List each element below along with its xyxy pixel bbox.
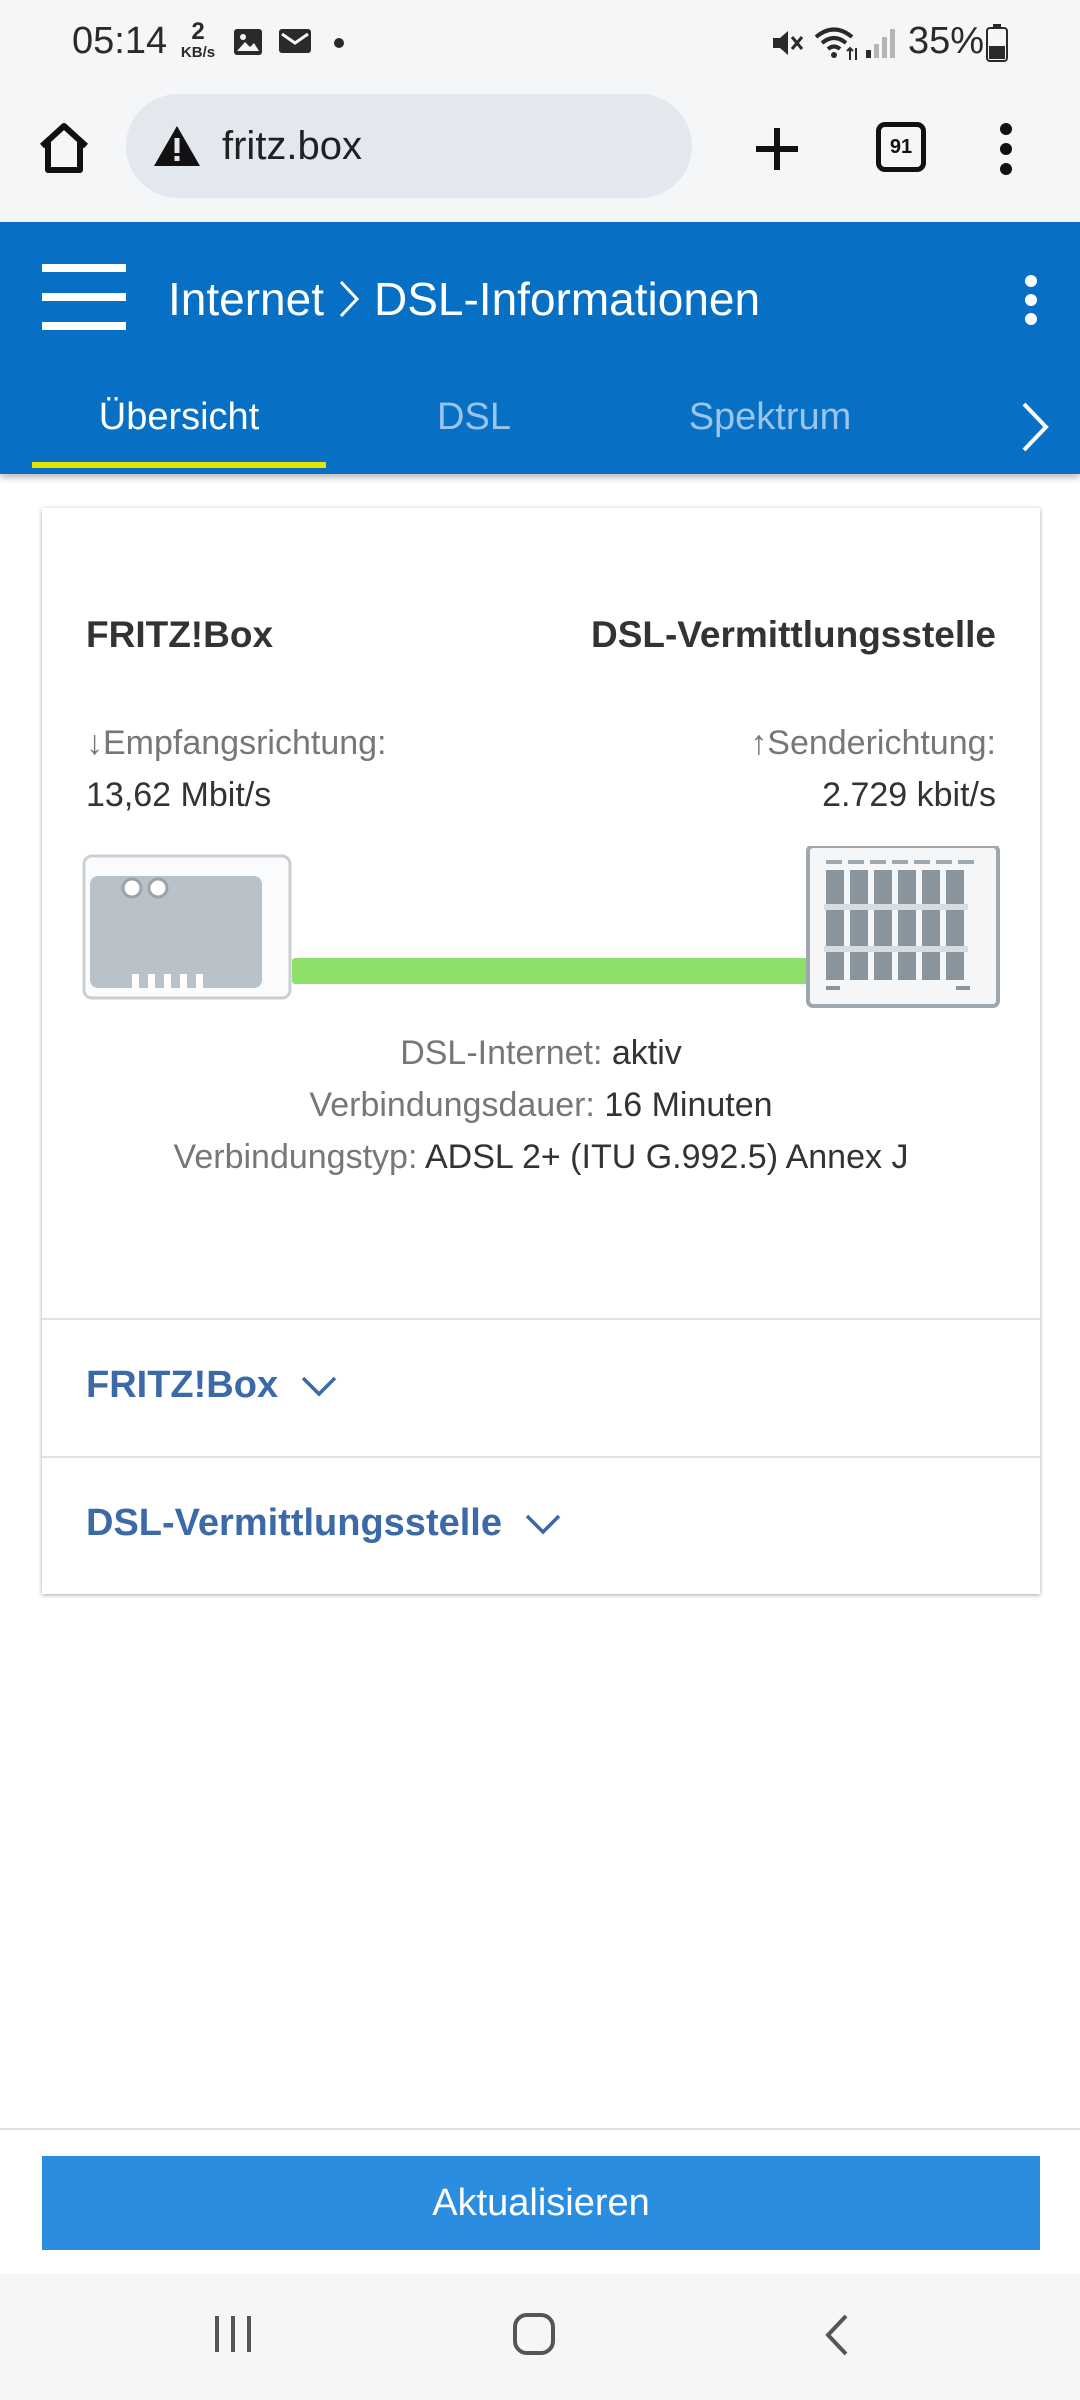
expander-label[interactable]: FRITZ!Box <box>86 1364 278 1407</box>
info-label: Verbindungstyp: <box>173 1138 418 1176</box>
chevron-down-icon[interactable] <box>524 1513 562 1535</box>
status-bar: 05:14 2 KB/s 35% <box>0 0 1080 86</box>
tab-bar: Übersicht DSL Spektrum <box>0 382 1080 474</box>
info-dsl-internet: DSL-Internet: aktiv <box>42 1034 1040 1073</box>
dsl-line <box>292 958 822 984</box>
divider <box>42 1456 1040 1458</box>
battery-icon <box>986 24 1008 62</box>
chevron-down-icon[interactable] <box>300 1375 338 1397</box>
info-label: DSL-Internet: <box>400 1034 603 1072</box>
url-text[interactable]: fritz.box <box>222 124 362 169</box>
menu-icon[interactable] <box>994 122 1018 176</box>
dot-icon <box>334 38 344 48</box>
active-tab-indicator <box>32 462 326 468</box>
expander-label[interactable]: DSL-Vermittlungsstelle <box>86 1502 502 1545</box>
chevron-right-icon <box>339 280 360 318</box>
hamburger-menu-icon[interactable] <box>42 264 126 330</box>
home-icon[interactable] <box>36 120 92 176</box>
tab-scroll-right-icon[interactable] <box>1018 400 1052 454</box>
downstream-value: 13,62 Mbit/s <box>86 776 272 814</box>
connection-diagram <box>82 846 1000 1008</box>
tab-dsl[interactable]: DSL <box>376 396 572 439</box>
fritzbox-title: FRITZ!Box <box>86 614 274 655</box>
refresh-button[interactable]: Aktualisieren <box>42 2156 1040 2250</box>
recents-icon[interactable] <box>212 2314 254 2354</box>
info-value: aktiv <box>611 1034 682 1072</box>
mute-icon <box>773 31 804 55</box>
info-label: Verbindungsdauer: <box>309 1086 595 1124</box>
breadcrumb-parent[interactable]: Internet <box>168 272 324 326</box>
tab-count: 91 <box>889 135 913 158</box>
signal-icon <box>866 29 895 58</box>
info-connection-type: Verbindungstyp: ADSL 2+ (ITU G.992.5) An… <box>42 1138 1040 1177</box>
upstream-label: ↑Senderichtung: <box>750 724 996 762</box>
back-icon[interactable] <box>822 2312 852 2358</box>
mail-icon <box>279 29 311 53</box>
tabs-icon[interactable]: 91 <box>876 122 926 172</box>
address-bar[interactable]: fritz.box <box>126 94 692 198</box>
image-icon <box>234 29 262 55</box>
tab-uebersicht[interactable]: Übersicht <box>32 396 326 439</box>
wifi-icon <box>814 27 857 60</box>
divider <box>42 1318 1040 1320</box>
breadcrumb: Internet DSL-Informationen <box>168 272 760 326</box>
more-options-icon[interactable] <box>1022 274 1040 326</box>
tab-spektrum[interactable]: Spektrum <box>640 396 900 439</box>
info-connection-duration: Verbindungsdauer: 16 Minuten <box>42 1086 1040 1125</box>
exchange-title: DSL-Vermittlungsstelle <box>590 614 996 655</box>
new-tab-icon[interactable] <box>752 124 802 174</box>
status-time: 05:14 <box>72 20 168 62</box>
router-icon <box>82 854 292 1000</box>
expander-exchange[interactable]: DSL-Vermittlungsstelle <box>86 1502 562 1545</box>
info-value: 16 Minuten <box>604 1086 773 1124</box>
home-nav-icon[interactable] <box>512 2312 556 2356</box>
network-speed-value: 2 <box>191 18 205 45</box>
info-value: ADSL 2+ (ITU G.992.5) Annex J <box>424 1138 909 1176</box>
divider <box>0 2128 1080 2130</box>
warning-icon[interactable] <box>152 124 202 168</box>
expander-fritzbox[interactable]: FRITZ!Box <box>86 1364 338 1407</box>
battery-percent: 35% <box>908 20 985 62</box>
downstream-label: ↓Empfangsrichtung: <box>86 724 387 762</box>
app-header: Internet DSL-Informationen Übersicht DSL… <box>0 222 1080 474</box>
browser-toolbar: fritz.box 91 <box>0 86 1080 222</box>
breadcrumb-current: DSL-Informationen <box>374 273 761 325</box>
upstream-value: 2.729 kbit/s <box>822 776 996 814</box>
navigation-bar <box>0 2274 1080 2400</box>
dsl-overview-card: FRITZ!Box DSL-Vermittlungsstelle ↓Empfan… <box>42 508 1040 1594</box>
exchange-icon <box>806 846 1000 1008</box>
network-speed-unit: KB/s <box>180 44 216 61</box>
network-speed: 2 KB/s <box>178 18 218 62</box>
